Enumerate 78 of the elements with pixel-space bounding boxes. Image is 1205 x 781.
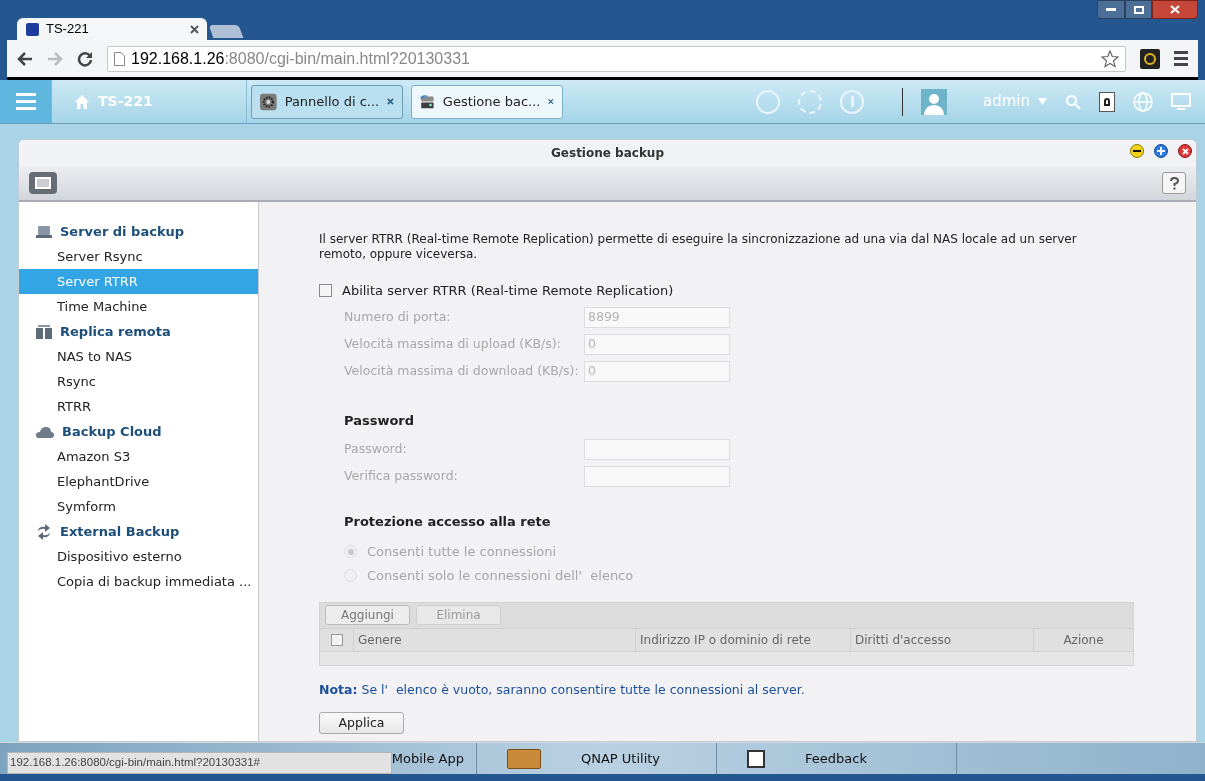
close-icon <box>1170 5 1180 14</box>
minimize-button[interactable] <box>1097 0 1125 19</box>
app-tab[interactable]: Pannello di c... <box>251 84 403 119</box>
description-text: Il server RTRR (Real-time Remote Replication) permette di eseguire la sincronizzazione ad una via dal NAS locale ad un server remoto, oppure viceversa. <box>319 232 1078 262</box>
app-tab[interactable]: Gestione bac... <box>411 84 563 119</box>
close-icon <box>1181 147 1189 155</box>
access-heading: Protezione accesso alla rete <box>344 513 552 531</box>
cloud-icon <box>36 425 54 438</box>
field-label: Numero di porta: <box>344 307 452 326</box>
taskbar-item[interactable]: Mobile App <box>391 748 464 769</box>
input-field[interactable] <box>584 439 730 460</box>
maximize-button[interactable] <box>1154 144 1168 158</box>
sidebar-item[interactable]: Symform <box>19 494 258 519</box>
close-icon[interactable] <box>548 97 554 106</box>
sidebar-item[interactable]: Rsync <box>19 369 258 394</box>
menu-button[interactable] <box>0 80 52 123</box>
tab-label: Pannello di c... <box>284 92 380 111</box>
sidebar-item[interactable]: Dispositivo esterno <box>19 544 258 569</box>
window-title: Gestione backup <box>551 145 664 162</box>
apply-button[interactable]: Applica <box>319 712 404 735</box>
column-header[interactable]: Azione <box>1034 628 1133 651</box>
sidebar-item[interactable]: RTRR <box>19 394 258 419</box>
app-logo-icon <box>25 21 40 37</box>
password-heading: Password <box>344 411 416 430</box>
field-label: Verifica password: <box>344 467 459 486</box>
reload-button[interactable] <box>77 50 93 67</box>
star-icon[interactable] <box>1101 49 1119 68</box>
column-header[interactable]: Genere <box>354 628 636 651</box>
browser-tab[interactable]: TS-221 <box>17 18 207 40</box>
plus-icon <box>1157 147 1165 155</box>
close-icon[interactable] <box>190 24 199 34</box>
select-all-checkbox[interactable] <box>330 633 343 646</box>
status-bubble: 192.168.1.26:8080/cgi-bin/main.html?20130331# <box>7 752 392 774</box>
enable-label: Abilita server RTRR (Real-time Remote Replication) <box>342 282 674 300</box>
extension-icon[interactable] <box>1140 48 1160 69</box>
sidebar-item[interactable]: Time Machine <box>19 294 258 319</box>
toolbar-button[interactable]: Aggiungi <box>325 605 410 625</box>
close-button[interactable] <box>1152 0 1198 19</box>
column-header[interactable]: Indirizzo IP o dominio di rete <box>636 628 851 651</box>
radio-label: Consenti tutte le connessioni <box>367 542 557 561</box>
note-text: Nota: Se l' elenco è vuoto, saranno consentire tutte le connessioni al server. <box>319 680 806 699</box>
address-field[interactable]: 192.168.1.26:8080/cgi-bin/main.html?20130331 <box>107 45 1126 72</box>
close-button[interactable] <box>1178 144 1192 158</box>
sidebar-item[interactable]: Copia di backup immediata ... <box>19 569 258 594</box>
new-tab-button[interactable] <box>208 25 244 38</box>
input-field[interactable] <box>584 466 730 487</box>
tab-title: TS-221 <box>46 20 90 39</box>
back-button[interactable] <box>17 51 33 66</box>
servers-icon <box>36 324 52 339</box>
sidebar-group-heading[interactable]: Backup Cloud <box>62 421 162 442</box>
field-label: Password: <box>344 440 408 459</box>
avatar-icon[interactable] <box>921 88 947 115</box>
layout-toggle-button[interactable] <box>29 172 57 194</box>
radio-label: Consenti solo le connessioni dell' elenco <box>367 566 634 585</box>
column-header[interactable]: Diritti d'accesso <box>851 628 1034 651</box>
taskbar-item[interactable]: QNAP Utility <box>581 748 661 769</box>
sidebar-group-heading[interactable]: Replica remota <box>60 321 171 342</box>
sidebar-group-heading[interactable]: External Backup <box>60 521 180 542</box>
minimize-button[interactable] <box>1130 144 1144 158</box>
maximize-button[interactable] <box>1125 0 1152 19</box>
sidebar-item[interactable]: NAS to NAS <box>19 344 258 369</box>
field-label: Velocità massima di upload (KB/s): <box>344 334 562 353</box>
radio-button[interactable] <box>344 545 357 558</box>
enable-checkbox[interactable] <box>319 284 332 298</box>
sidebar-item[interactable]: Server Rsync <box>19 244 258 269</box>
sidebar-group-heading[interactable]: Server di backup <box>60 221 185 242</box>
close-icon[interactable] <box>387 97 394 106</box>
field-label: Velocità massima di download (KB/s): <box>344 361 580 380</box>
sidebar-item[interactable]: ElephantDrive <box>19 469 258 494</box>
menu-icon[interactable] <box>1174 51 1188 66</box>
question-mark-icon <box>1169 176 1179 190</box>
url-text: 192.168.1.26:8080/cgi-bin/main.html?20130331 <box>131 48 470 69</box>
sidebar-item[interactable]: Amazon S3 <box>19 444 258 469</box>
taskbar-item[interactable]: Feedback <box>805 748 867 769</box>
drive-icon <box>36 224 52 239</box>
page-icon <box>114 51 125 66</box>
help-button[interactable] <box>1162 172 1186 194</box>
tab-label: Gestione bac... <box>442 92 541 111</box>
